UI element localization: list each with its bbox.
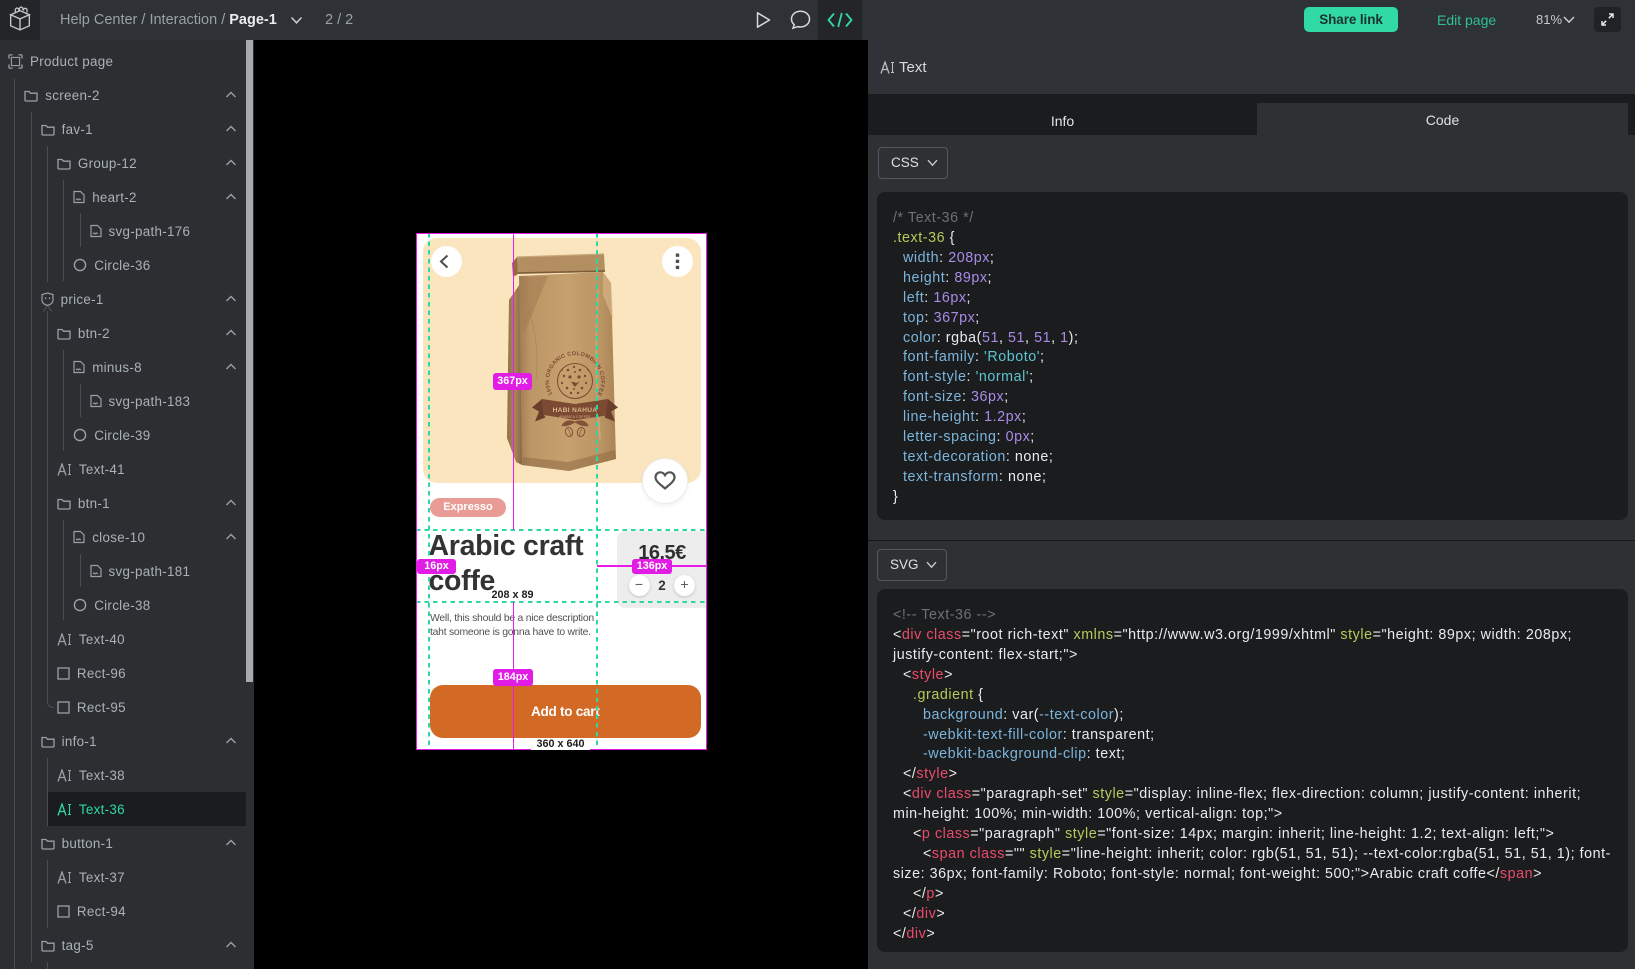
svg-text:HABI NAHUA: HABI NAHUA (553, 407, 598, 414)
svg-text:ARABICA COFFEE: ARABICA COFFEE (559, 415, 591, 419)
